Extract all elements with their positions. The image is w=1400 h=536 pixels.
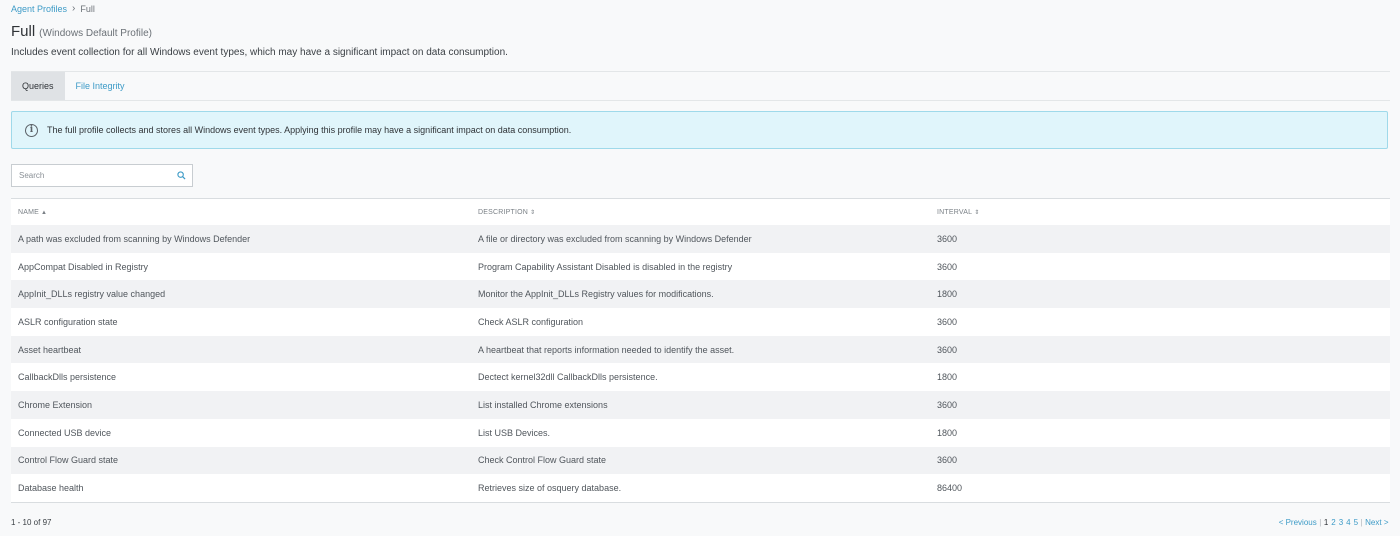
pagination-page[interactable]: 3	[1339, 518, 1343, 527]
tab-bar: Queries File Integrity	[11, 71, 1390, 101]
column-header-description[interactable]: DESCRIPTION ⇕	[471, 209, 931, 216]
cell-interval: 1800	[937, 289, 958, 300]
cell-interval: 3600	[937, 455, 958, 466]
page-title-text: Full	[11, 23, 36, 40]
page-subtitle: (Windows Default Profile)	[39, 28, 152, 39]
cell-description: Check Control Flow Guard state	[478, 455, 607, 466]
info-alert: i The full profile collects and stores a…	[11, 111, 1388, 149]
cell-name: A path was excluded from scanning by Win…	[18, 233, 251, 244]
cell-description: Program Capability Assistant Disabled is…	[478, 261, 733, 272]
pagination-page[interactable]: 4	[1346, 518, 1350, 527]
cell-name: AppInit_DLLs registry value changed	[18, 289, 166, 300]
sort-icon: ⇕	[974, 209, 980, 216]
table-row[interactable]: AppCompat Disabled in Registry Program Ca…	[11, 252, 1390, 281]
table-row[interactable]: Connected USB device List USB Devices. 180…	[11, 418, 1390, 447]
breadcrumb-separator: ›	[72, 3, 76, 14]
result-range: 1 - 10 of 97	[11, 518, 52, 527]
cell-interval: 3600	[937, 399, 958, 410]
breadcrumb-agent-profiles-link[interactable]: Agent Profiles	[11, 4, 67, 14]
cell-name: Chrome Extension	[18, 399, 93, 410]
tab-queries[interactable]: Queries	[11, 72, 65, 100]
cell-name: Database health	[18, 483, 84, 494]
table-row[interactable]: Asset heartbeat A heartbeat that reports …	[11, 335, 1390, 364]
pagination-divider: |	[1319, 518, 1322, 527]
pagination-previous[interactable]: < Previous	[1279, 518, 1317, 527]
pagination-page[interactable]: 2	[1331, 518, 1335, 527]
sort-asc-icon: ▲	[41, 209, 48, 216]
pagination-page[interactable]: 5	[1354, 518, 1358, 527]
cell-description: A file or directory was excluded from sc…	[478, 233, 752, 244]
alert-text: The full profile collects and stores all…	[47, 125, 572, 135]
cell-interval: 86400	[937, 483, 963, 494]
cell-description: List USB Devices.	[478, 427, 551, 438]
pagination-next[interactable]: Next >	[1365, 518, 1388, 527]
search-box	[11, 164, 193, 187]
breadcrumb: Agent Profiles › Full	[11, 3, 95, 14]
info-icon: i	[25, 123, 38, 137]
pagination-divider: |	[1360, 518, 1363, 527]
table-body: A path was excluded from scanning by Win…	[11, 225, 1390, 502]
cell-description: Monitor the AppInit_DLLs Registry values…	[478, 289, 714, 300]
breadcrumb-current: Full	[80, 3, 95, 14]
table-row[interactable]: ASLR configuration state Check ASLR confi…	[11, 308, 1390, 336]
cell-description: List installed Chrome extensions	[478, 399, 608, 410]
pagination-current-page: 1	[1323, 518, 1329, 527]
page-title: Full (Windows Default Profile)	[11, 23, 152, 40]
cell-name: Asset heartbeat	[18, 344, 82, 355]
cell-name: Connected USB device	[18, 427, 112, 438]
table-row[interactable]: A path was excluded from scanning by Win…	[11, 225, 1390, 253]
table-row[interactable]: Chrome Extension List installed Chrome ex…	[11, 391, 1390, 419]
pagination: < Previous | 1 2 3 4 5 | Next >	[1277, 518, 1390, 527]
cell-interval: 3600	[937, 344, 958, 355]
tab-file-integrity[interactable]: File Integrity	[65, 72, 136, 100]
cell-description: Retrieves size of osquery database.	[478, 483, 622, 494]
cell-interval: 1800	[937, 372, 958, 383]
table-row[interactable]: AppInit_DLLs registry value changed Monit…	[11, 280, 1390, 309]
table-row[interactable]: Database health Retrieves size of osquery…	[11, 474, 1390, 502]
cell-description: Check ASLR configuration	[478, 316, 584, 327]
cell-interval: 1800	[937, 427, 958, 438]
cell-interval: 3600	[937, 316, 958, 327]
page-description: Includes event collection for all Window…	[11, 47, 508, 58]
cell-interval: 3600	[937, 233, 958, 244]
queries-table: NAME ▲ DESCRIPTION ⇕ INTERVAL ⇕ A path was …	[11, 198, 1390, 503]
search-input[interactable]	[12, 165, 176, 186]
table-header: NAME ▲ DESCRIPTION ⇕ INTERVAL ⇕	[11, 199, 1390, 225]
cell-interval: 3600	[937, 261, 958, 272]
sort-icon: ⇕	[530, 209, 536, 216]
cell-name: ASLR configuration state	[18, 316, 118, 327]
table-row[interactable]: Control Flow Guard state Check Control Fl…	[11, 446, 1390, 475]
cell-description: Dectect kernel32dll CallbackDlls persist…	[478, 372, 658, 383]
cell-name: AppCompat Disabled in Registry	[18, 261, 149, 272]
cell-name: CallbackDlls persistence	[18, 372, 117, 383]
table-row[interactable]: CallbackDlls persistence Dectect kernel32…	[11, 363, 1390, 392]
column-header-interval[interactable]: INTERVAL ⇕	[931, 209, 1390, 216]
cell-description: A heartbeat that reports information nee…	[478, 344, 735, 355]
column-header-name[interactable]: NAME ▲	[11, 209, 471, 216]
search-icon[interactable]	[177, 171, 186, 180]
cell-name: Control Flow Guard state	[18, 455, 119, 466]
